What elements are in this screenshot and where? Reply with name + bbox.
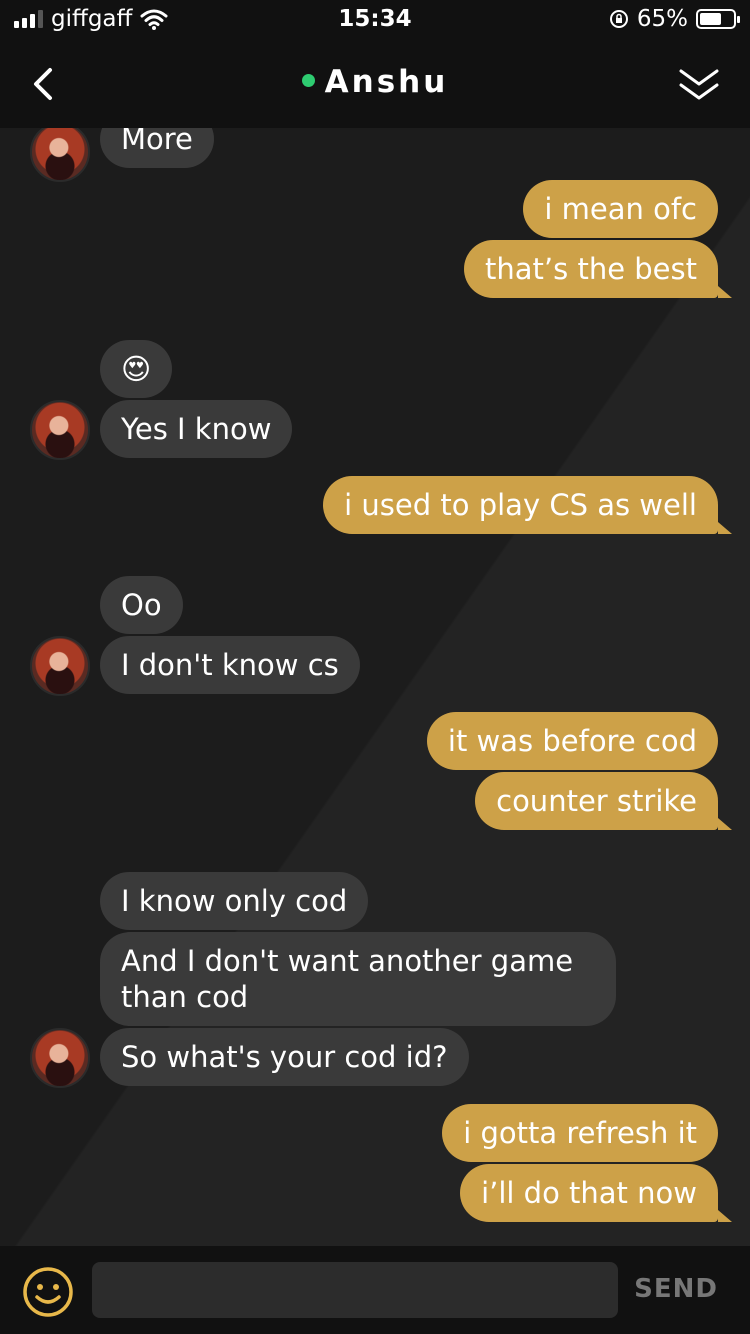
message-bubble-incoming[interactable]: 😍	[100, 340, 173, 398]
double-chevron-down-icon[interactable]	[676, 62, 722, 108]
message-bubble-incoming[interactable]: More	[100, 128, 214, 168]
battery-percent: 65%	[636, 6, 688, 32]
message-list[interactable]: More i mean ofc that’s the best 😍 Yes I …	[0, 128, 750, 1246]
smiley-icon[interactable]	[22, 1266, 74, 1318]
battery-level	[700, 13, 721, 25]
message-bubble-outgoing[interactable]: i’ll do that now	[460, 1164, 732, 1222]
message-bubble-outgoing[interactable]: i gotta refresh it	[442, 1104, 718, 1162]
message-bubble-incoming[interactable]: And I don't want another game than cod	[100, 932, 616, 1026]
contact-title[interactable]: Anshu	[0, 64, 750, 100]
contact-avatar[interactable]	[30, 636, 90, 696]
contact-name: Anshu	[324, 64, 449, 100]
message-bubble-incoming[interactable]: I don't know cs	[100, 636, 360, 694]
composer-bar: SEND	[0, 1246, 750, 1334]
contact-avatar[interactable]	[30, 128, 90, 182]
message-bubble-incoming[interactable]: Oo	[100, 576, 183, 634]
message-bubble-outgoing[interactable]: it was before cod	[426, 712, 718, 770]
message-bubble-incoming[interactable]: So what's your cod id?	[100, 1028, 469, 1086]
message-input[interactable]	[92, 1262, 618, 1318]
chat-header: Anshu	[0, 40, 750, 128]
message-bubble-incoming[interactable]: Yes I know	[100, 400, 293, 458]
battery-icon	[696, 9, 740, 29]
send-button[interactable]: SEND	[634, 1274, 718, 1304]
status-bar: giffgaff 15:34 65%	[0, 0, 750, 40]
message-bubble-incoming[interactable]: I know only cod	[100, 872, 369, 930]
online-status-dot	[301, 74, 315, 87]
message-bubble-outgoing[interactable]: i mean ofc	[523, 180, 718, 238]
orientation-lock-icon	[609, 10, 628, 28]
message-bubble-outgoing[interactable]: counter strike	[475, 772, 732, 830]
contact-avatar[interactable]	[30, 400, 90, 460]
contact-avatar[interactable]	[30, 1028, 90, 1088]
message-bubble-outgoing[interactable]: that’s the best	[464, 240, 732, 298]
message-bubble-outgoing[interactable]: i used to play CS as well	[323, 476, 732, 534]
